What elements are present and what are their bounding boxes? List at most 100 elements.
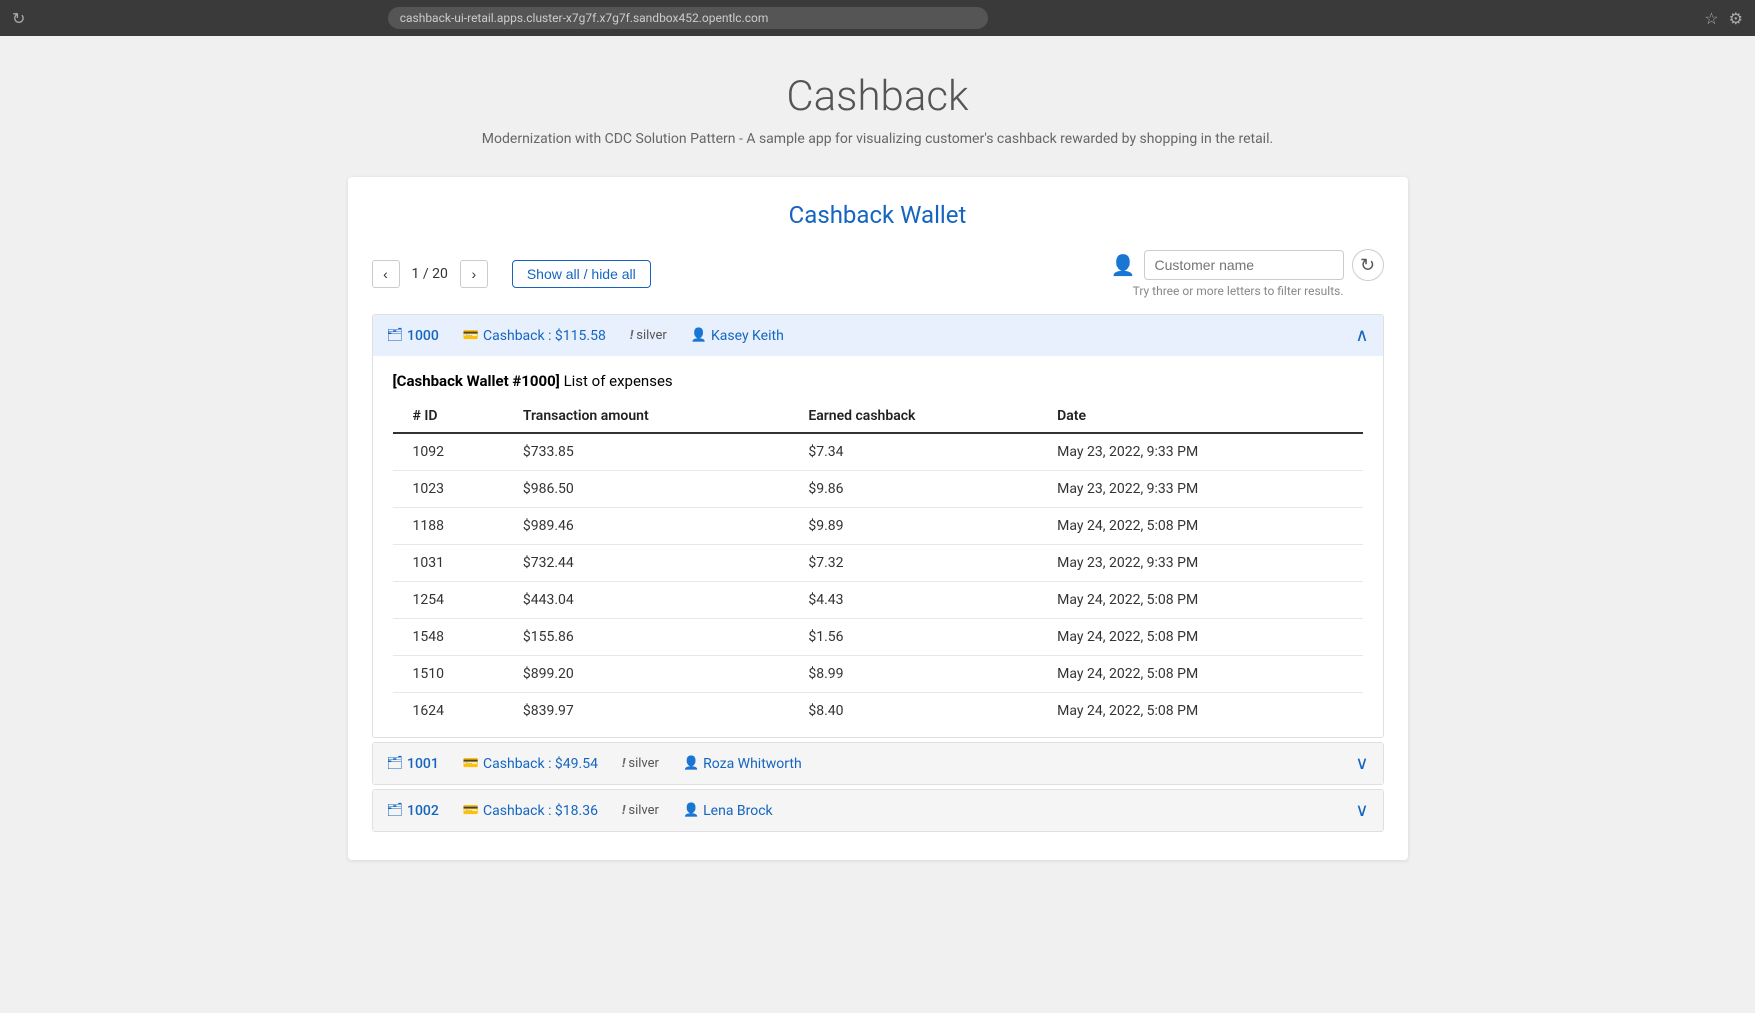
table-row: 1092 $733.85 $7.34 May 23, 2022, 9:33 PM xyxy=(393,433,1363,471)
wallet-icon-1001: 🗂 xyxy=(387,756,404,771)
wallet-header-1000[interactable]: 🗂 1000 💳 Cashback : $115.58 ! silver 👤 K… xyxy=(373,315,1383,356)
wallet-tier-1000: ! silver xyxy=(630,328,667,343)
expense-amount-1254: $443.04 xyxy=(513,582,798,619)
expense-date-1092: May 23, 2022, 9:33 PM xyxy=(1047,433,1362,471)
wallet-id-1000: 🗂 1000 xyxy=(387,328,439,344)
table-row: 1023 $986.50 $9.86 May 23, 2022, 9:33 PM xyxy=(393,471,1363,508)
wallet-toggle-1002[interactable]: ∨ xyxy=(1355,800,1368,821)
expense-earned-1510: $8.99 xyxy=(798,656,1047,693)
wallet-header-1001[interactable]: 🗂 1001 💳 Cashback : $49.54 ! silver 👤 Ro… xyxy=(373,743,1383,784)
expense-date-1023: May 23, 2022, 9:33 PM xyxy=(1047,471,1362,508)
search-person-icon: 👤 xyxy=(1111,253,1136,277)
expense-id-1092: 1092 xyxy=(393,433,513,471)
table-row: 1624 $839.97 $8.40 May 24, 2022, 5:08 PM xyxy=(393,693,1363,730)
col-earned-header: Earned cashback xyxy=(798,400,1047,433)
customer-name-input[interactable] xyxy=(1144,250,1344,280)
browser-chrome: ↻ cashback-ui-retail.apps.cluster-x7g7f.… xyxy=(0,0,1755,36)
expense-earned-1031: $7.32 xyxy=(798,545,1047,582)
main-card: Cashback Wallet 1 / 20 Show all / hide a… xyxy=(348,177,1408,860)
expense-earned-1092: $7.34 xyxy=(798,433,1047,471)
controls-row: 1 / 20 Show all / hide all 👤 Try three o… xyxy=(372,249,1384,298)
expense-amount-1624: $839.97 xyxy=(513,693,798,730)
expense-earned-1023: $9.86 xyxy=(798,471,1047,508)
table-row: 1510 $899.20 $8.99 May 24, 2022, 5:08 PM xyxy=(393,656,1363,693)
filter-hint: Try three or more letters to filter resu… xyxy=(1111,284,1344,298)
expense-amount-1023: $986.50 xyxy=(513,471,798,508)
prev-button[interactable] xyxy=(372,260,400,288)
browser-icons: ☆ ⚙ xyxy=(1704,9,1743,28)
expense-amount-1188: $989.46 xyxy=(513,508,798,545)
show-hide-button[interactable]: Show all / hide all xyxy=(512,260,651,288)
wallet-customer-1002: 👤 Lena Brock xyxy=(683,803,773,819)
page-subtitle: Modernization with CDC Solution Pattern … xyxy=(0,131,1755,147)
right-controls: 👤 Try three or more letters to filter re… xyxy=(1111,249,1384,298)
customer-icon-1000: 👤 xyxy=(691,328,707,343)
expense-amount-1092: $733.85 xyxy=(513,433,798,471)
wallet-id-1001: 🗂 1001 xyxy=(387,756,439,772)
expense-id-1188: 1188 xyxy=(393,508,513,545)
wallet-icon-1000: 🗂 xyxy=(387,328,404,343)
wallet-toggle-1000[interactable]: ∧ xyxy=(1355,325,1368,346)
left-controls: 1 / 20 Show all / hide all xyxy=(372,260,651,288)
bookmark-icon: ☆ xyxy=(1704,9,1718,28)
wallet-header-1002[interactable]: 🗂 1002 💳 Cashback : $18.36 ! silver 👤 Le… xyxy=(373,790,1383,831)
wallet-list: 🗂 1000 💳 Cashback : $115.58 ! silver 👤 K… xyxy=(372,314,1384,860)
customer-icon-1002: 👤 xyxy=(683,803,699,818)
expense-earned-1624: $8.40 xyxy=(798,693,1047,730)
expense-earned-1254: $4.43 xyxy=(798,582,1047,619)
col-date-header: Date xyxy=(1047,400,1362,433)
expense-table-1000: # ID Transaction amount Earned cashback … xyxy=(393,400,1363,729)
refresh-button[interactable] xyxy=(1352,249,1384,281)
cashback-icon-1000: 💳 xyxy=(463,328,479,343)
expense-date-1548: May 24, 2022, 5:08 PM xyxy=(1047,619,1362,656)
search-row: 👤 xyxy=(1111,249,1384,281)
expense-amount-1510: $899.20 xyxy=(513,656,798,693)
wallet-row-1002: 🗂 1002 💳 Cashback : $18.36 ! silver 👤 Le… xyxy=(372,789,1384,832)
wallet-body-1000: [Cashback Wallet #1000] List of expenses… xyxy=(373,356,1383,737)
wallet-id-1002: 🗂 1002 xyxy=(387,803,439,819)
expense-date-1624: May 24, 2022, 5:08 PM xyxy=(1047,693,1362,730)
tier-icon-1002: ! xyxy=(622,803,625,818)
cashback-icon-1001: 💳 xyxy=(463,756,479,771)
expense-amount-1548: $155.86 xyxy=(513,619,798,656)
wallet-cashback-1002: 💳 Cashback : $18.36 xyxy=(463,803,598,819)
url-bar[interactable]: cashback-ui-retail.apps.cluster-x7g7f.x7… xyxy=(388,7,988,29)
wallet-customer-1001: 👤 Roza Whitworth xyxy=(683,756,802,772)
expense-date-1254: May 24, 2022, 5:08 PM xyxy=(1047,582,1362,619)
reload-icon[interactable]: ↻ xyxy=(12,9,25,28)
refresh-icon xyxy=(1360,255,1375,276)
table-row: 1548 $155.86 $1.56 May 24, 2022, 5:08 PM xyxy=(393,619,1363,656)
next-button[interactable] xyxy=(460,260,488,288)
cashback-icon-1002: 💳 xyxy=(463,803,479,818)
wallet-tier-1001: ! silver xyxy=(622,756,659,771)
tier-icon-1000: ! xyxy=(630,328,633,343)
expense-amount-1031: $732.44 xyxy=(513,545,798,582)
expense-date-1510: May 24, 2022, 5:08 PM xyxy=(1047,656,1362,693)
expense-id-1624: 1624 xyxy=(393,693,513,730)
wallet-cashback-1001: 💳 Cashback : $49.54 xyxy=(463,756,598,772)
wallet-cashback-1000: 💳 Cashback : $115.58 xyxy=(463,328,606,344)
expense-id-1548: 1548 xyxy=(393,619,513,656)
wallet-row-1001: 🗂 1001 💳 Cashback : $49.54 ! silver 👤 Ro… xyxy=(372,742,1384,785)
page-title: Cashback xyxy=(0,36,1755,121)
expense-id-1254: 1254 xyxy=(393,582,513,619)
expense-earned-1548: $1.56 xyxy=(798,619,1047,656)
tier-icon-1001: ! xyxy=(622,756,625,771)
expense-id-1031: 1031 xyxy=(393,545,513,582)
wallet-customer-1000: 👤 Kasey Keith xyxy=(691,328,784,344)
col-id-header: # ID xyxy=(393,400,513,433)
expense-date-1188: May 24, 2022, 5:08 PM xyxy=(1047,508,1362,545)
pagination-info: 1 / 20 xyxy=(406,266,454,282)
wallet-toggle-1001[interactable]: ∨ xyxy=(1355,753,1368,774)
table-row: 1031 $732.44 $7.32 May 23, 2022, 9:33 PM xyxy=(393,545,1363,582)
table-row: 1254 $443.04 $4.43 May 24, 2022, 5:08 PM xyxy=(393,582,1363,619)
extension-icon: ⚙ xyxy=(1729,9,1743,28)
customer-icon-1001: 👤 xyxy=(683,756,699,771)
expense-id-1023: 1023 xyxy=(393,471,513,508)
col-amount-header: Transaction amount xyxy=(513,400,798,433)
wallet-section-title: Cashback Wallet xyxy=(372,201,1384,229)
wallet-tier-1002: ! silver xyxy=(622,803,659,818)
expense-id-1510: 1510 xyxy=(393,656,513,693)
wallet-icon-1002: 🗂 xyxy=(387,803,404,818)
wallet-body-title-1000: [Cashback Wallet #1000] List of expenses xyxy=(393,372,1363,390)
